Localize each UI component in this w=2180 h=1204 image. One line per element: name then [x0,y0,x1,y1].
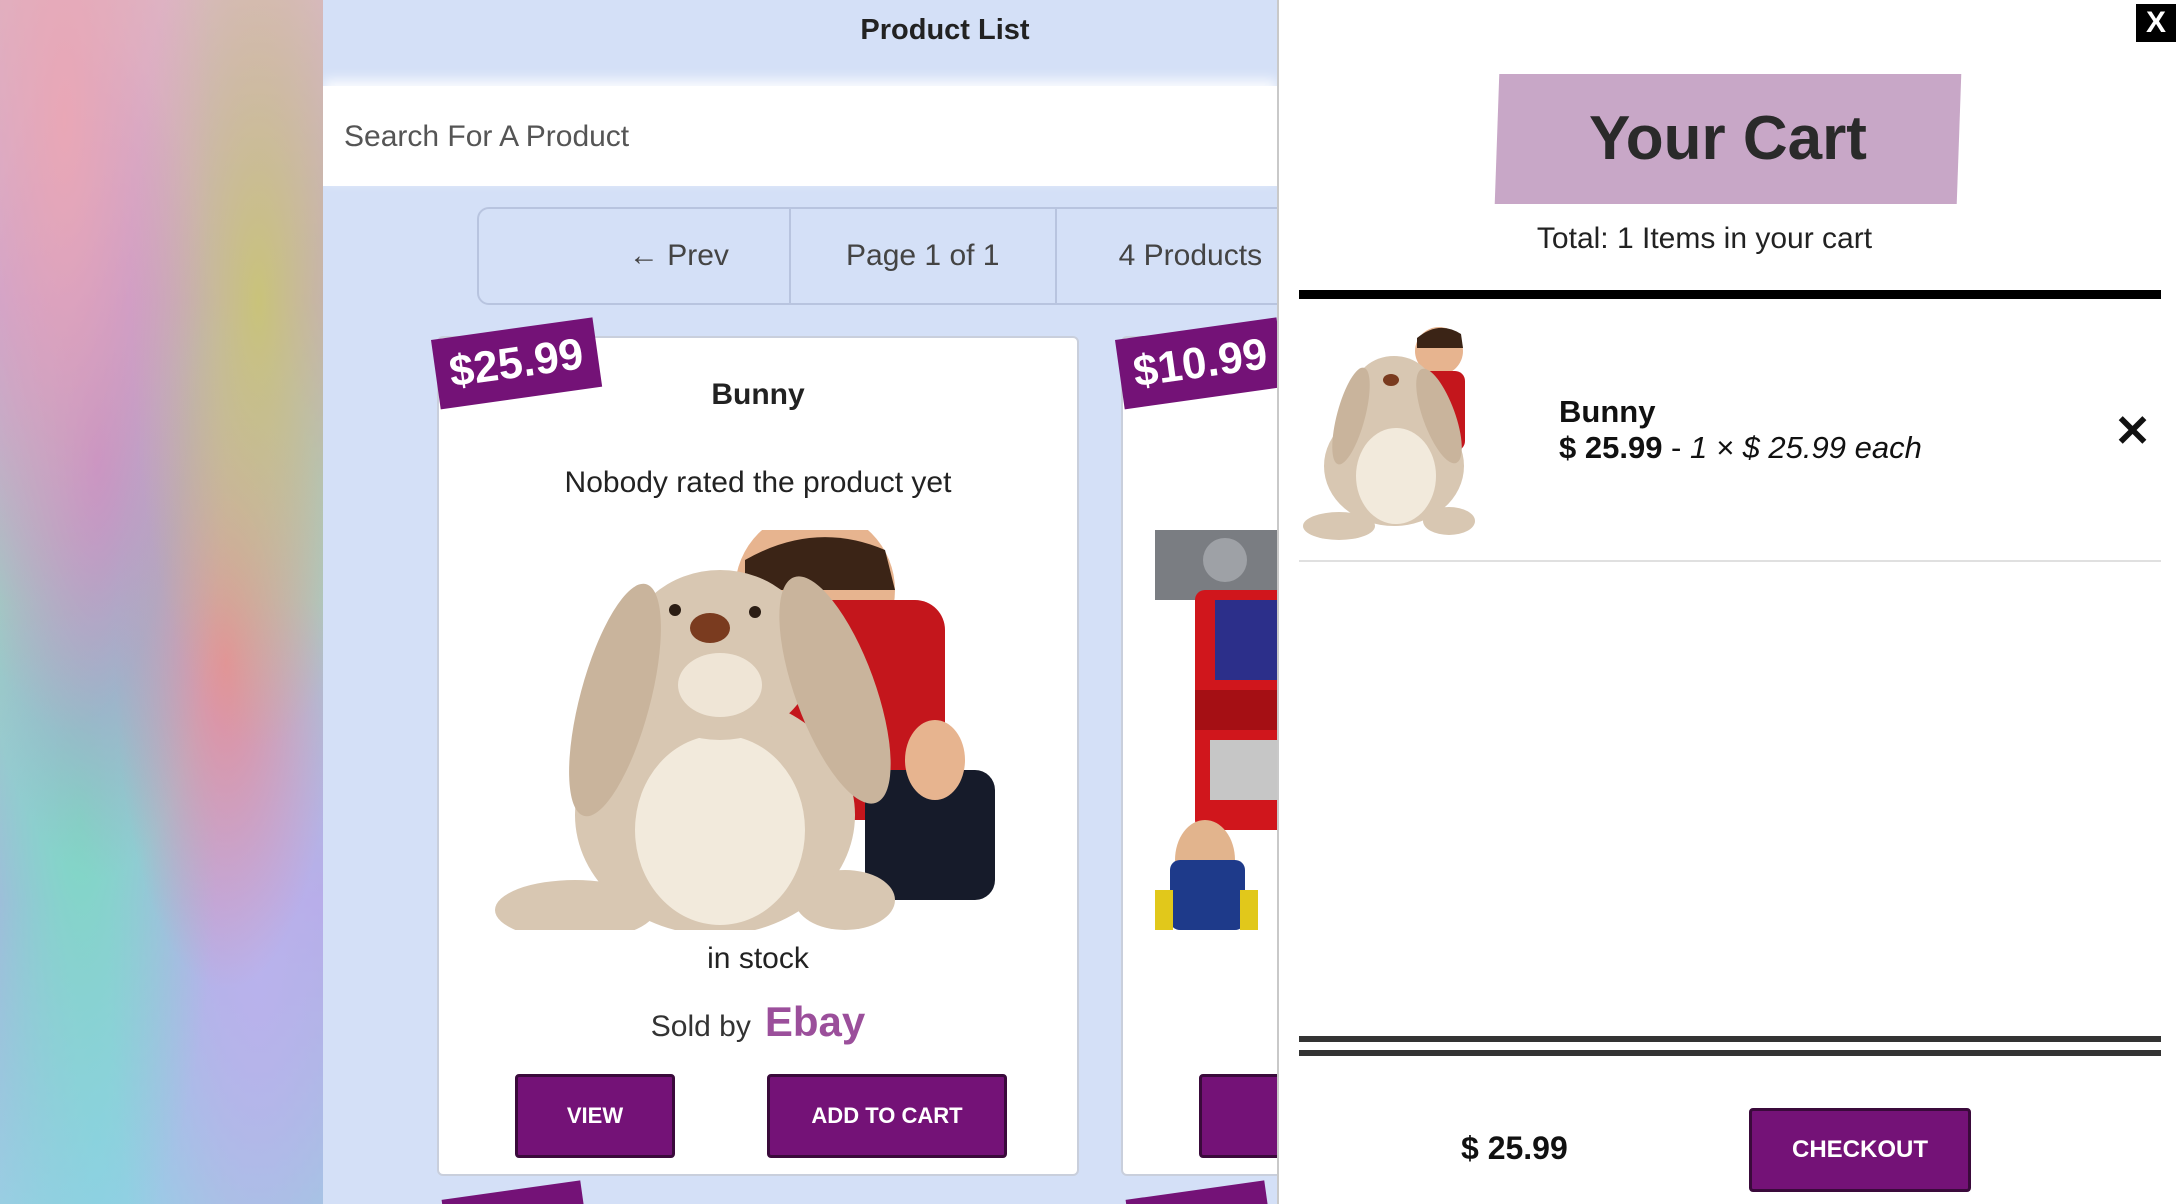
divider [1299,1036,2161,1042]
prev-page-button[interactable]: ← Prev [479,209,791,303]
cart-item-price: $ 25.99 [1559,430,1663,465]
stock-status: in stock [707,942,809,975]
add-to-cart-button[interactable]: ADD TO CART [767,1074,1007,1158]
remove-item-icon[interactable]: ✕ [2114,406,2151,457]
product-image [1155,530,1277,930]
page-title: Product List [860,14,1030,46]
search-input[interactable] [323,86,1246,188]
page-indicator: Page 1 of 1 [791,209,1057,303]
checkout-button[interactable]: CHECKOUT [1749,1108,1971,1192]
cart-drawer: X Your Cart Total: 1 Items in your cart … [1277,0,2180,1204]
search-bar [323,86,1277,188]
cart-item-thumbnail [1299,316,1499,542]
product-rating: Nobody rated the product yet [564,466,952,499]
close-cart-button[interactable]: X [2136,4,2176,42]
cart-total-price: $ 25.99 [1461,1130,1568,1166]
view-button[interactable]: VIEW [515,1074,675,1158]
bunny-thumbnail [1299,316,1499,542]
bunny-image [465,530,1055,930]
cart-title: Your Cart [1589,104,1867,173]
price-tag [1125,1180,1269,1204]
product-count: 4 Products [1118,239,1263,272]
psychedelic-background [0,0,323,1204]
product-card [1121,336,1277,1176]
view-button[interactable] [1199,1074,1277,1158]
cart-item-separator: - [1662,430,1690,465]
cart-item: Bunny $ 25.99 - 1 × $ 25.99 each ✕ [1299,300,2161,562]
divider [1299,290,2161,299]
cart-item-count: Total: 1 Items in your cart [1536,222,1873,255]
fire-truck-image [1155,530,1277,930]
pagination-bar: ← Prev Page 1 of 1 4 Products [477,207,1277,305]
product-image [465,530,1055,930]
price-tag [441,1180,585,1204]
seller-link[interactable]: Ebay [765,998,865,1045]
product-card: Bunny Nobody rated the product yet in st… [437,336,1079,1176]
cart-item-name: Bunny [1559,394,1656,429]
divider [1299,1050,2161,1056]
cart-item-price-line: $ 25.99 - 1 × $ 25.99 each [1559,430,1922,466]
sold-by: Sold by Ebay [439,998,1077,1046]
product-list-panel: Product List ← Prev Page 1 of 1 4 Produc… [323,0,1277,1204]
sold-by-label: Sold by [650,1010,751,1043]
cart-item-quantity: 1 × $ 25.99 each [1690,430,1922,465]
